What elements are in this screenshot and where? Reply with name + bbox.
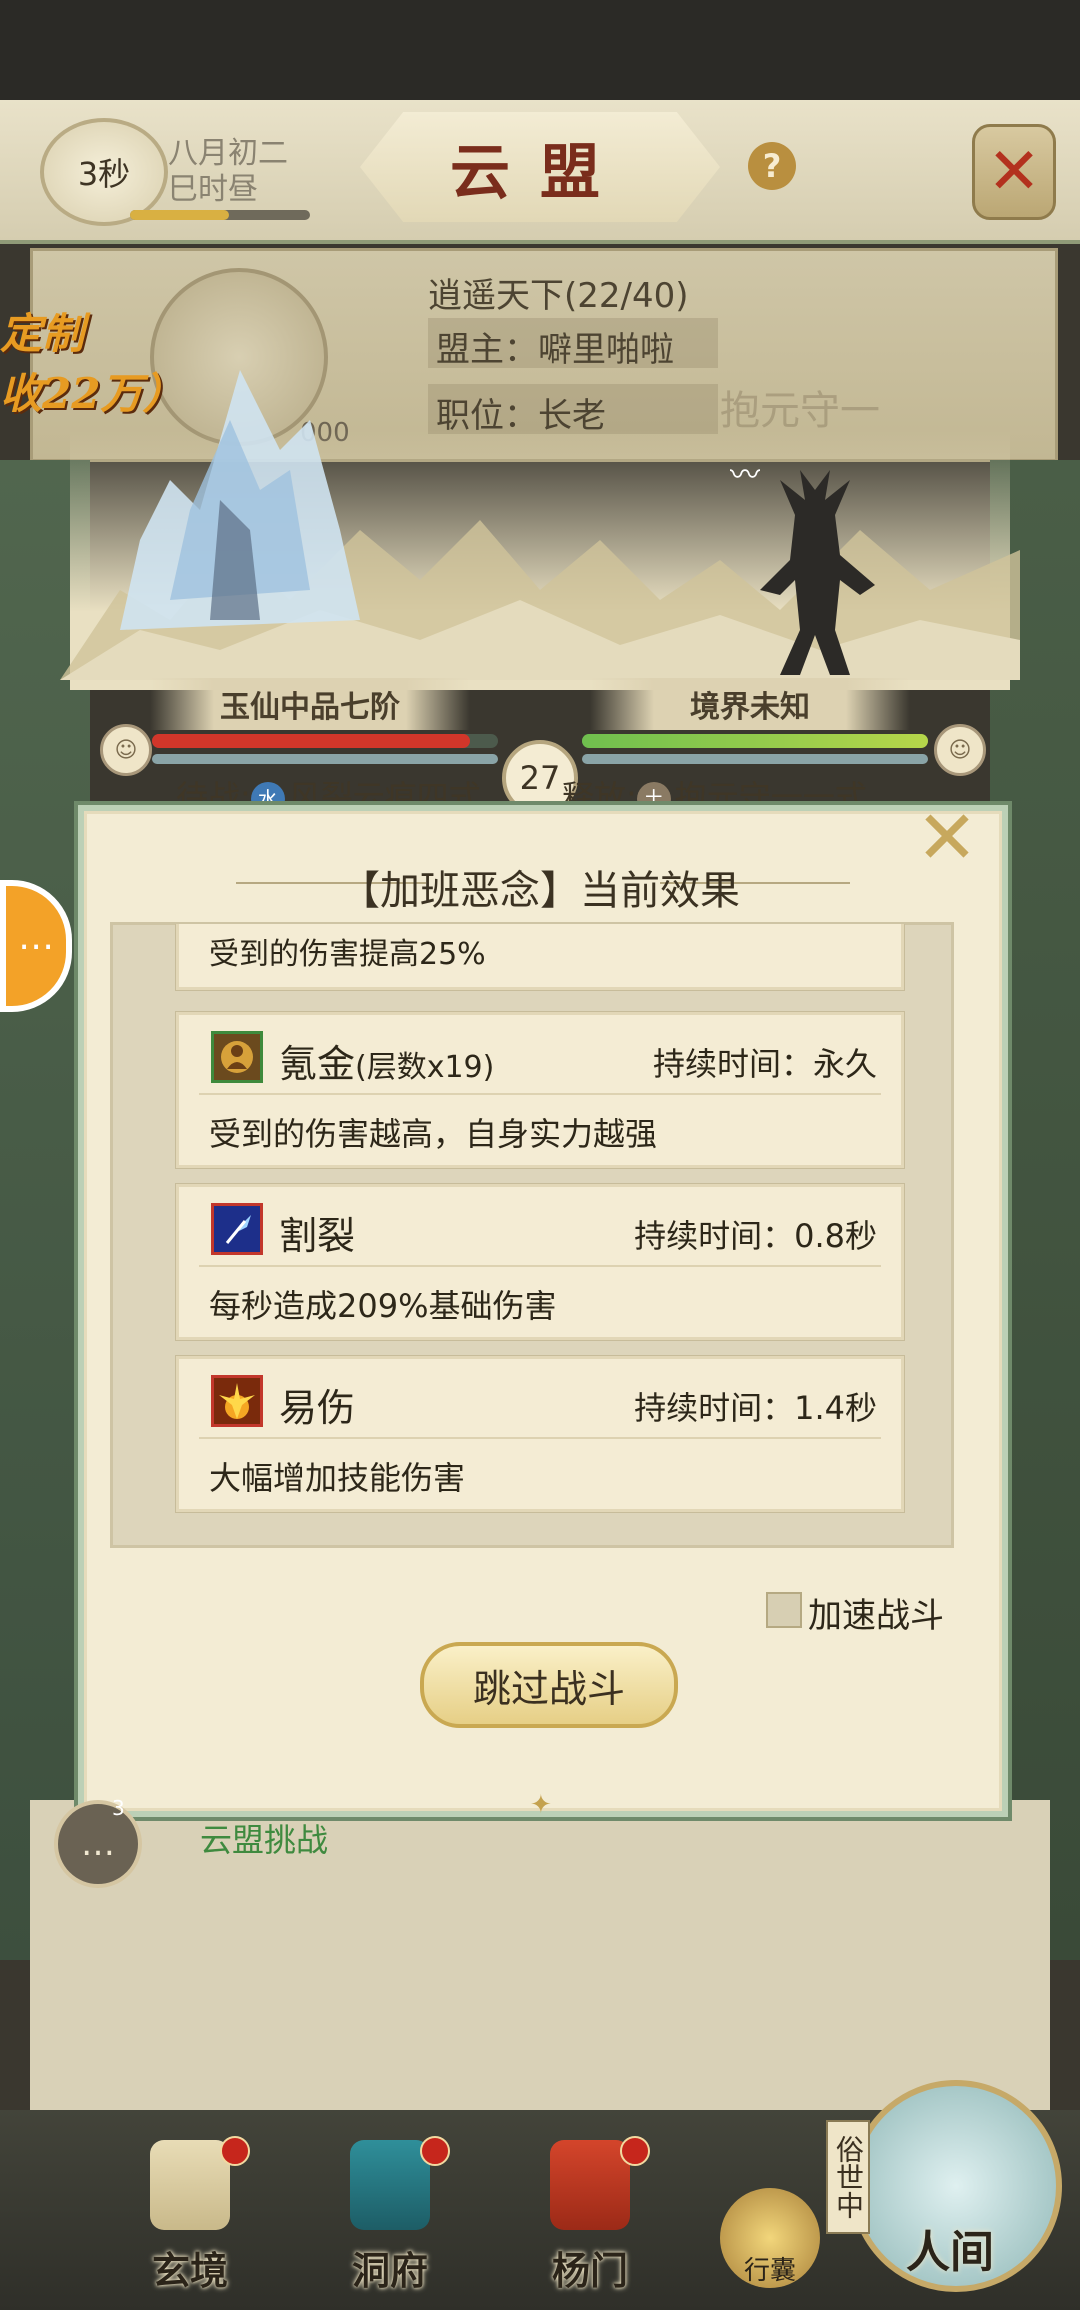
turn-number: 27 (519, 759, 561, 797)
effect-card: 割裂 持续时间：0.8秒 每秒造成209%基础伤害 (176, 1184, 904, 1340)
nav-item-yangmen[interactable]: 杨门 (520, 2130, 660, 2300)
speed-battle-label[interactable]: 加速战斗 (808, 1588, 944, 1637)
pin-icon: ✦ (530, 1790, 552, 1820)
effect-duration: 持续时间：1.4秒 (634, 1389, 877, 1427)
player-mp-bar (152, 754, 498, 764)
slash-icon (211, 1203, 263, 1255)
effect-stack: (层数x19) (355, 1050, 495, 1085)
player-avatar-icon[interactable]: ☺ (100, 724, 152, 776)
nav-label: 玄境 (151, 2248, 228, 2293)
enemy-realm: 境界未知 (590, 678, 910, 730)
demon-enemy (760, 470, 875, 675)
effect-divider (199, 1437, 881, 1439)
question-icon: ? (762, 147, 782, 185)
header: 3秒 八月初二 巳时昼 云盟 ? ✕ (0, 100, 1080, 244)
nav-label: 杨门 (551, 2248, 628, 2293)
help-button[interactable]: ? (748, 142, 796, 190)
player-realm: 玉仙中品七阶 (150, 678, 470, 730)
effect-description: 受到的伤害提高25% (209, 937, 486, 972)
notification-dot (220, 2136, 250, 2166)
effect-description: 每秒造成209%基础伤害 (209, 1287, 557, 1325)
nav-item-xuanjing[interactable]: 玄境 (120, 2130, 260, 2300)
buddha-icon (211, 1031, 263, 1083)
effect-description: 大幅增加技能伤害 (209, 1459, 466, 1497)
chat-button[interactable]: … (54, 1800, 142, 1888)
player-hp-bar (152, 734, 471, 748)
effect-description: 受到的伤害越高，自身实力越强 (209, 1115, 658, 1153)
effect-name: 易伤 (279, 1377, 355, 1432)
title-plaque: 云盟 (360, 112, 720, 222)
effect-divider (199, 1265, 881, 1267)
chat-icon: … (81, 1824, 115, 1864)
time-progress-fill (130, 210, 229, 220)
status-bar (0, 0, 1080, 100)
enemy-avatar-icon[interactable]: ☺ (934, 724, 986, 776)
page-title: 云盟 (450, 137, 630, 208)
pavilion-icon (350, 2140, 430, 2230)
ice-crystal-character (120, 370, 360, 630)
effect-card: 易伤 持续时间：1.4秒 大幅增加技能伤害 (176, 1356, 904, 1512)
alliance-challenge-link[interactable]: 云盟挑战 (200, 1815, 328, 1861)
burst-icon (211, 1375, 263, 1427)
timer-text: 3秒 (77, 155, 131, 193)
promo-line-1[interactable]: 定制 (0, 300, 84, 361)
chat-count: 3 (112, 1796, 125, 1820)
effect-name: 氪金(层数x19) (279, 1033, 494, 1088)
effects-scroll-list[interactable]: 受到的伤害提高25% 氪金(层数x19) 持续时间：永久 受到的伤害越高，自身实… (136, 924, 922, 1514)
notification-dot (620, 2136, 650, 2166)
alliance-leader: 盟主：噼里啪啦 (436, 330, 674, 370)
scroll-icon (150, 2140, 230, 2230)
bag-label: 行囊 (743, 2256, 796, 2286)
banner-icon (550, 2140, 630, 2230)
watermark-text: 抱元守一 (720, 388, 880, 434)
skip-battle-button[interactable]: 跳过战斗 (420, 1642, 678, 1728)
effect-duration: 持续时间：0.8秒 (634, 1217, 877, 1255)
nav-label: 洞府 (351, 2248, 428, 2293)
effect-card: 氪金(层数x19) 持续时间：永久 受到的伤害越高，自身实力越强 (176, 1012, 904, 1168)
effect-divider (199, 1093, 881, 1095)
skip-battle-label: 跳过战斗 (472, 1666, 625, 1711)
dots-icon: ⋯ (18, 925, 54, 967)
notification-dot (420, 2136, 450, 2166)
alliance-name: 逍遥天下(22/40) (428, 276, 689, 316)
close-button[interactable]: ✕ (972, 124, 1056, 220)
effect-name-text: 割裂 (279, 1214, 356, 1258)
enemy-hp-bar (582, 734, 928, 748)
world-label: 人间 (906, 2227, 994, 2278)
lower-background (30, 1800, 1050, 2120)
effect-name-text: 易伤 (279, 1386, 356, 1430)
effect-name: 割裂 (279, 1205, 355, 1260)
effect-card-partial: 受到的伤害提高25% (176, 924, 904, 990)
nav-item-dongfu[interactable]: 洞府 (320, 2130, 460, 2300)
close-icon: ✕ (987, 135, 1041, 209)
effect-name-text: 氪金 (279, 1042, 356, 1086)
date-line-2: 巳时昼 (168, 172, 258, 207)
enemy-mp-bar (582, 754, 928, 764)
dialog-title: 【加班恶念】当前效果 (340, 868, 740, 914)
speed-battle-checkbox[interactable] (766, 1592, 802, 1628)
effect-duration: 持续时间：永久 (652, 1045, 877, 1083)
